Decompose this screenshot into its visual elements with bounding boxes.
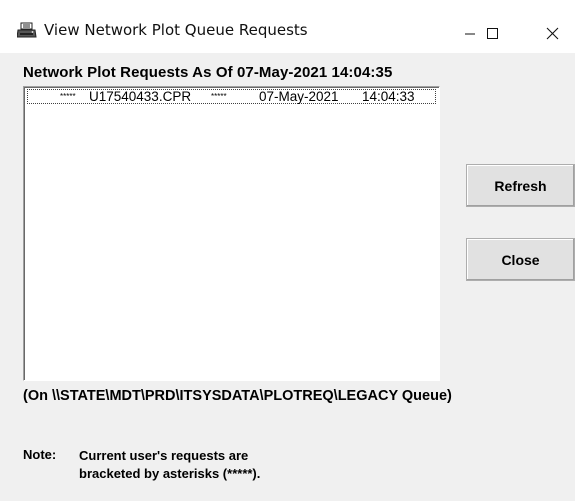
list-item[interactable]: ***** U17540433.CPR ***** 07-May-2021 14…	[27, 89, 436, 104]
requests-listbox[interactable]: ***** U17540433.CPR ***** 07-May-2021 14…	[23, 86, 440, 381]
list-item-filename: U17540433.CPR	[89, 89, 192, 104]
requests-heading: Network Plot Requests As Of 07-May-2021 …	[23, 64, 393, 81]
note-text: Current user's requests are bracketed by…	[79, 447, 260, 483]
window-title: View Network Plot Queue Requests	[44, 21, 308, 39]
note-line-1: Current user's requests are	[79, 448, 249, 463]
maximize-icon	[487, 28, 498, 39]
refresh-button[interactable]: Refresh	[466, 164, 575, 207]
close-icon	[546, 27, 559, 40]
list-item-stars-before: *****	[60, 92, 76, 101]
queue-path-label: (On \\STATE\MDT\PRD\ITSYSDATA\PLOTREQ\LE…	[23, 388, 452, 404]
list-item-date: 07-May-2021	[259, 89, 339, 104]
printer-icon	[16, 22, 37, 40]
note-line-2: bracketed by asterisks (*****).	[79, 466, 261, 481]
window-close-button[interactable]	[529, 12, 575, 46]
plot-queue-window: View Network Plot Queue Requests Network…	[0, 0, 575, 501]
note-label: Note:	[23, 447, 57, 462]
title-bar[interactable]: View Network Plot Queue Requests	[0, 0, 575, 53]
list-item-stars-after: *****	[211, 92, 227, 101]
list-item-time: 14:04:33	[362, 89, 415, 104]
close-button[interactable]: Close	[466, 238, 575, 281]
maximize-button[interactable]	[469, 12, 515, 46]
